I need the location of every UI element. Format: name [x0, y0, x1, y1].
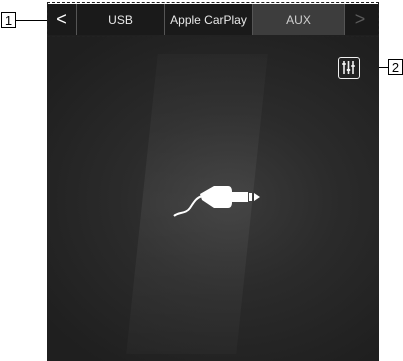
- callout-label-1: 1: [1, 12, 16, 28]
- aux-cable-icon: [173, 186, 260, 217]
- equalizer-icon: [342, 61, 355, 74]
- callout-line-1: [16, 20, 47, 21]
- audio-source-screen: < USB Apple CarPlay AUX >: [47, 4, 379, 361]
- callout-label-2: 2: [388, 59, 403, 75]
- tab-bar-highlight-frame: [47, 2, 379, 37]
- equalizer-button[interactable]: [338, 57, 360, 79]
